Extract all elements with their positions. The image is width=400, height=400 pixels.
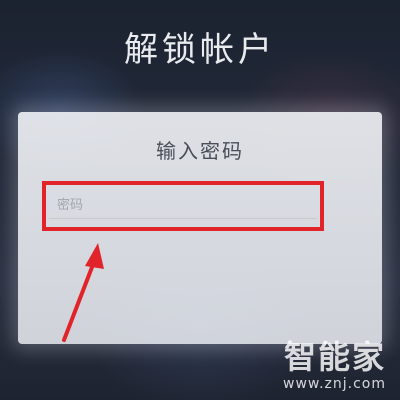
watermark-url: www.znj.com [283,376,386,392]
watermark: 智能家 www.znj.com [283,332,386,392]
arrow-shaft [62,260,96,342]
lock-screen: 解锁帐户 输入密码 智能家 www.znj.com [0,0,400,400]
arrow-head [85,243,104,269]
watermark-brand: 智能家 [283,338,386,376]
